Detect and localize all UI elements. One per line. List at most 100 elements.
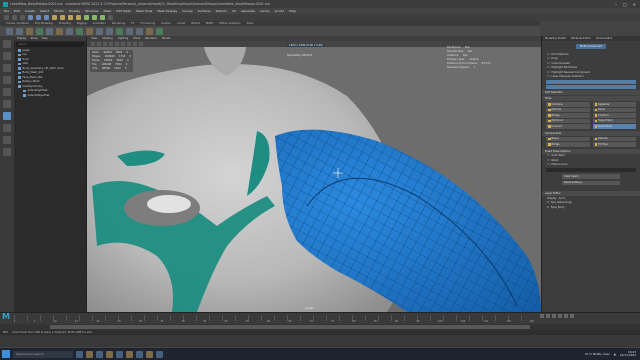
shelf-tab-xgen[interactable]: XGen bbox=[246, 22, 253, 25]
toolkit-button[interactable]: Fill Hole bbox=[592, 142, 636, 147]
hypershade-icon[interactable] bbox=[108, 15, 113, 20]
layer-menu-display[interactable]: Display bbox=[547, 197, 557, 200]
poly-cone-icon[interactable] bbox=[36, 27, 43, 35]
shelf-tab-curves[interactable]: Curves / Surfaces bbox=[6, 22, 29, 25]
go-to-start-icon[interactable] bbox=[540, 314, 544, 318]
toolkit-button[interactable]: Bevel bbox=[546, 136, 590, 141]
save-scene-icon[interactable] bbox=[20, 15, 25, 20]
menu-help[interactable]: Help bbox=[289, 9, 296, 13]
menu-surfaces[interactable]: Surfaces bbox=[198, 9, 211, 13]
shelf-tab-rigging[interactable]: Rigging bbox=[77, 22, 87, 25]
range-slider-bar[interactable] bbox=[50, 325, 530, 329]
toolkit-button[interactable]: Extrude bbox=[546, 107, 590, 112]
open-scene-icon[interactable] bbox=[12, 15, 17, 20]
vp-menu-view[interactable]: View bbox=[91, 37, 97, 40]
softsel-falloff-field[interactable] bbox=[546, 80, 636, 84]
outliner-menu-show[interactable]: Show bbox=[31, 37, 38, 40]
layer-menu-anim[interactable]: Anim bbox=[559, 197, 566, 200]
relax-strength-field[interactable] bbox=[546, 168, 636, 172]
toolkit-button[interactable]: Bevel bbox=[592, 107, 636, 112]
poly-plane-icon[interactable] bbox=[56, 27, 63, 35]
discord-taskbar-icon[interactable] bbox=[156, 350, 163, 358]
step-back-icon[interactable] bbox=[546, 314, 550, 318]
shadows-icon[interactable] bbox=[121, 42, 125, 46]
toolkit-button[interactable]: Combine bbox=[546, 102, 590, 107]
select-tool-icon[interactable] bbox=[3, 40, 11, 48]
toolkit-button[interactable]: Separate bbox=[592, 102, 636, 107]
mirror-icon[interactable] bbox=[146, 27, 153, 35]
menu-display[interactable]: Display bbox=[69, 9, 80, 13]
toolkit-button[interactable]: Connect bbox=[546, 124, 590, 129]
smooth-icon[interactable] bbox=[86, 27, 93, 35]
xray-icon[interactable] bbox=[127, 42, 131, 46]
command-line-language[interactable]: MEL bbox=[3, 331, 8, 334]
rotate-tool-icon[interactable] bbox=[3, 88, 11, 96]
shelf-tab-arnold[interactable]: Arnold bbox=[177, 22, 185, 25]
separate-icon[interactable] bbox=[76, 27, 83, 35]
step-forward-icon[interactable] bbox=[564, 314, 568, 318]
photoshop-taskbar-icon[interactable] bbox=[116, 350, 123, 358]
render-settings-icon[interactable] bbox=[100, 15, 105, 20]
menu-edit[interactable]: Edit bbox=[14, 9, 20, 13]
menu-select[interactable]: Select bbox=[40, 9, 49, 13]
shelf-tab-sculpting[interactable]: Sculpting bbox=[59, 22, 71, 25]
ipr-render-icon[interactable] bbox=[92, 15, 97, 20]
tab-attribute-editor[interactable]: Attribute Editor bbox=[571, 37, 591, 40]
vp-menu-show[interactable]: Show bbox=[133, 37, 140, 40]
extrude-icon[interactable] bbox=[96, 27, 103, 35]
substance-taskbar-icon[interactable] bbox=[136, 350, 143, 358]
play-forward-icon[interactable] bbox=[558, 314, 562, 318]
camera-icon[interactable] bbox=[91, 42, 95, 46]
outliner-menu-display[interactable]: Display bbox=[17, 37, 27, 40]
shelf-tab-rendering[interactable]: Rendering bbox=[112, 22, 125, 25]
vp-menu-renderer[interactable]: Renderer bbox=[145, 37, 157, 40]
layer-visibility-icon[interactable]: V bbox=[547, 206, 549, 209]
shelf-tab-animation[interactable]: Animation bbox=[93, 22, 106, 25]
play-back-icon[interactable] bbox=[552, 314, 556, 318]
go-to-end-icon[interactable] bbox=[570, 314, 574, 318]
quad-draw-option[interactable]: ☐ Extend Loop bbox=[542, 163, 640, 168]
checkbox-icon[interactable]: ☐ bbox=[547, 163, 549, 166]
poly-cube-icon[interactable] bbox=[16, 27, 23, 35]
outliner-search-input[interactable]: Search... bbox=[16, 42, 84, 47]
menu-create[interactable]: Create bbox=[25, 9, 35, 13]
shelf-tab-mash[interactable]: MASH bbox=[206, 22, 214, 25]
snap-surface-icon[interactable] bbox=[76, 15, 81, 20]
lights-icon[interactable] bbox=[115, 42, 119, 46]
render-icon[interactable] bbox=[84, 15, 89, 20]
menu-modify[interactable]: Modify bbox=[54, 9, 64, 13]
checkbox-icon[interactable]: ☐ bbox=[547, 159, 549, 162]
toolkit-button[interactable]: Quad Draw bbox=[592, 124, 636, 129]
reset-settings-button[interactable]: Reset Settings bbox=[562, 180, 620, 185]
shelf-tab-poly[interactable]: Poly Modeling bbox=[35, 22, 53, 25]
menu-curves[interactable]: Curves bbox=[182, 9, 192, 13]
checkbox-icon[interactable]: ☐ bbox=[547, 57, 549, 60]
checkbox-icon[interactable]: ☐ bbox=[547, 62, 549, 65]
quad-draw-icon[interactable] bbox=[136, 27, 143, 35]
clear-seam-button[interactable]: Clear Seam bbox=[562, 174, 620, 179]
task-view-icon[interactable] bbox=[76, 350, 83, 358]
checkbox-icon[interactable]: ☐ bbox=[547, 75, 549, 78]
wireframe-icon[interactable] bbox=[97, 42, 101, 46]
weather-widget[interactable]: 21°C Mostly clear bbox=[585, 352, 610, 356]
tab-channel-box[interactable]: Channel Box bbox=[596, 37, 612, 40]
isolate-icon[interactable] bbox=[133, 42, 137, 46]
menu-edit-mesh[interactable]: Edit Mesh bbox=[116, 9, 131, 13]
snap-point-icon[interactable] bbox=[68, 15, 73, 20]
maximize-icon[interactable]: □ bbox=[623, 2, 627, 7]
toolkit-button[interactable]: Multi-Cut bbox=[546, 118, 590, 123]
outliner-layout-icon[interactable] bbox=[3, 148, 11, 156]
uv-editor-icon[interactable] bbox=[156, 27, 163, 35]
poly-cylinder-icon[interactable] bbox=[26, 27, 33, 35]
maya-taskbar-icon[interactable] bbox=[106, 350, 113, 358]
new-scene-icon[interactable] bbox=[4, 15, 9, 20]
toolkit-button[interactable]: Target Weld bbox=[592, 118, 636, 123]
browser-icon[interactable] bbox=[96, 350, 103, 358]
scale-tool-icon[interactable] bbox=[3, 100, 11, 108]
shelf-tab-custom[interactable]: Custom bbox=[161, 22, 171, 25]
combine-icon[interactable] bbox=[66, 27, 73, 35]
bevel-icon[interactable] bbox=[116, 27, 123, 35]
vp-menu-lighting[interactable]: Lighting bbox=[118, 37, 128, 40]
toolkit-button[interactable]: Bridge bbox=[546, 113, 590, 118]
softsel-radius-field[interactable] bbox=[546, 85, 636, 89]
